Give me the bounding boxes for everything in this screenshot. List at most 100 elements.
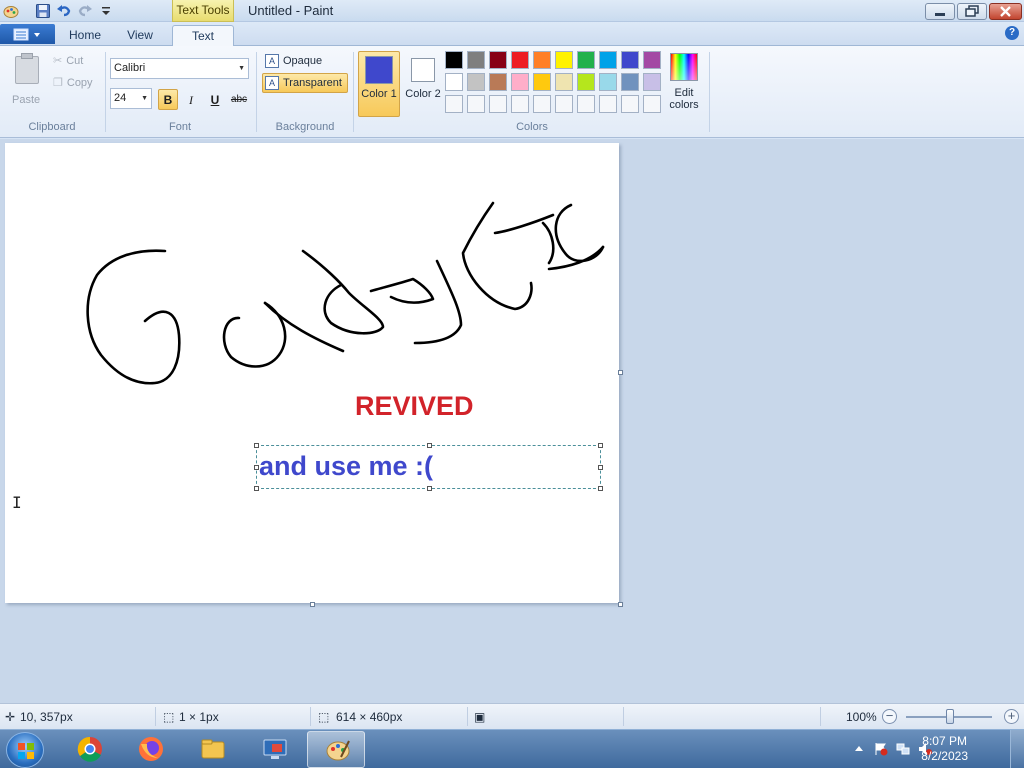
palette-swatch[interactable] [599, 73, 617, 91]
zoom-in-button[interactable]: + [1004, 709, 1019, 724]
strikethrough-button[interactable]: abc [228, 89, 250, 110]
paint-menu-button[interactable] [0, 24, 55, 44]
undo-icon[interactable] [56, 3, 72, 19]
status-bar: ✛ 10, 357px ⬚ 1 × 1px ⬚ 614 × 460px ▣ 10… [0, 703, 1024, 729]
palette-swatch[interactable] [511, 51, 529, 69]
windows-logo-icon [18, 743, 34, 759]
paint-icon [326, 740, 350, 761]
cursor-position: 10, 357px [20, 710, 73, 724]
zoom-slider-thumb[interactable] [946, 709, 954, 724]
redo-icon[interactable] [77, 3, 93, 19]
resize-handle[interactable] [254, 486, 259, 491]
taskbar-explorer[interactable] [183, 731, 241, 768]
palette-swatch[interactable] [511, 73, 529, 91]
textbox-content[interactable]: and use me :( [259, 451, 433, 482]
canvas-resize-handle[interactable] [618, 602, 623, 607]
underline-button[interactable]: U [205, 89, 225, 110]
italic-button[interactable]: I [181, 89, 201, 110]
show-desktop-button[interactable] [1010, 730, 1024, 768]
font-size-select[interactable]: 24 ▼ [110, 88, 152, 109]
font-family-select[interactable]: Calibri ▼ [110, 58, 249, 79]
color1-swatch [365, 56, 393, 84]
palette-swatch[interactable] [643, 51, 661, 69]
close-icon [1000, 6, 1011, 17]
paint-app-icon[interactable] [3, 3, 19, 19]
canvas-resize-handle[interactable] [618, 370, 623, 375]
palette-swatch[interactable] [643, 73, 661, 91]
tray-clock[interactable]: 8:07 PM 8/2/2023 [921, 734, 968, 764]
palette-swatch[interactable] [533, 51, 551, 69]
resize-handle[interactable] [598, 443, 603, 448]
resize-handle[interactable] [598, 465, 603, 470]
tab-text[interactable]: Text [172, 25, 234, 47]
palette-swatch[interactable] [643, 95, 661, 113]
help-icon[interactable]: ? [1005, 26, 1019, 40]
tray-expand-icon[interactable] [854, 743, 864, 757]
resize-handle[interactable] [254, 443, 259, 448]
palette-swatch[interactable] [577, 95, 595, 113]
disk-icon: ▣ [474, 710, 486, 724]
copy-button[interactable]: ❐ Copy [53, 76, 93, 89]
palette-swatch[interactable] [467, 95, 485, 113]
palette-swatch[interactable] [489, 51, 507, 69]
palette-swatch[interactable] [555, 73, 573, 91]
palette-swatch[interactable] [555, 95, 573, 113]
resize-handle[interactable] [254, 465, 259, 470]
palette-swatch[interactable] [445, 73, 463, 91]
tab-home[interactable]: Home [62, 25, 108, 46]
palette-swatch[interactable] [533, 95, 551, 113]
taskbar-firefox[interactable] [121, 731, 179, 768]
transparent-button[interactable]: A Transparent [262, 73, 348, 93]
window-title: Untitled - Paint [248, 3, 334, 18]
copy-label: Copy [66, 77, 93, 89]
bold-button[interactable]: B [158, 89, 178, 110]
group-label-colors: Colors [516, 121, 548, 133]
palette-swatch[interactable] [577, 51, 595, 69]
resize-handle[interactable] [427, 486, 432, 491]
paste-button[interactable]: Paste [10, 52, 44, 112]
color1-button[interactable]: Color 1 [358, 51, 400, 117]
palette-swatch[interactable] [467, 51, 485, 69]
text-input-box[interactable]: and use me :( [254, 443, 603, 491]
drawing-canvas[interactable]: REVIVED and use me :( [5, 143, 619, 603]
palette-swatch[interactable] [621, 95, 639, 113]
tray-time: 8:07 PM [922, 734, 967, 748]
restore-button[interactable] [957, 3, 987, 20]
customize-quick-access-icon[interactable] [98, 3, 114, 19]
cut-button[interactable]: ✂ Cut [53, 54, 83, 67]
start-button[interactable] [6, 732, 44, 768]
palette-swatch[interactable] [577, 73, 595, 91]
palette-swatch[interactable] [599, 51, 617, 69]
zoom-out-button[interactable]: − [882, 709, 897, 724]
palette-swatch[interactable] [489, 95, 507, 113]
palette-swatch[interactable] [621, 51, 639, 69]
palette-swatch[interactable] [489, 73, 507, 91]
explorer-icon [201, 739, 225, 759]
palette-swatch[interactable] [467, 73, 485, 91]
close-button[interactable] [989, 3, 1022, 20]
clipboard-icon [15, 56, 39, 84]
group-label-font: Font [168, 121, 191, 133]
canvas-resize-handle[interactable] [310, 602, 315, 607]
resize-handle[interactable] [427, 443, 432, 448]
taskbar-chrome[interactable] [60, 731, 118, 768]
palette-swatch[interactable] [445, 95, 463, 113]
network-icon[interactable] [896, 742, 910, 756]
palette-swatch[interactable] [621, 73, 639, 91]
save-icon[interactable] [35, 3, 51, 19]
palette-swatch[interactable] [533, 73, 551, 91]
color2-button[interactable]: Color 2 [402, 51, 444, 117]
palette-swatch[interactable] [555, 51, 573, 69]
palette-swatch[interactable] [511, 95, 529, 113]
flag-icon[interactable] [874, 742, 888, 756]
minimize-button[interactable] [925, 3, 955, 20]
tab-view[interactable]: View [117, 25, 163, 46]
workspace[interactable]: REVIVED and use me :( I [0, 139, 1024, 703]
taskbar-paint[interactable] [307, 731, 365, 768]
taskbar-remote-desktop[interactable] [245, 731, 303, 768]
palette-swatch[interactable] [445, 51, 463, 69]
palette-swatch[interactable] [599, 95, 617, 113]
edit-colors-button[interactable]: Edit colors [668, 51, 700, 117]
opaque-button[interactable]: A Opaque [262, 51, 342, 71]
resize-handle[interactable] [598, 486, 603, 491]
